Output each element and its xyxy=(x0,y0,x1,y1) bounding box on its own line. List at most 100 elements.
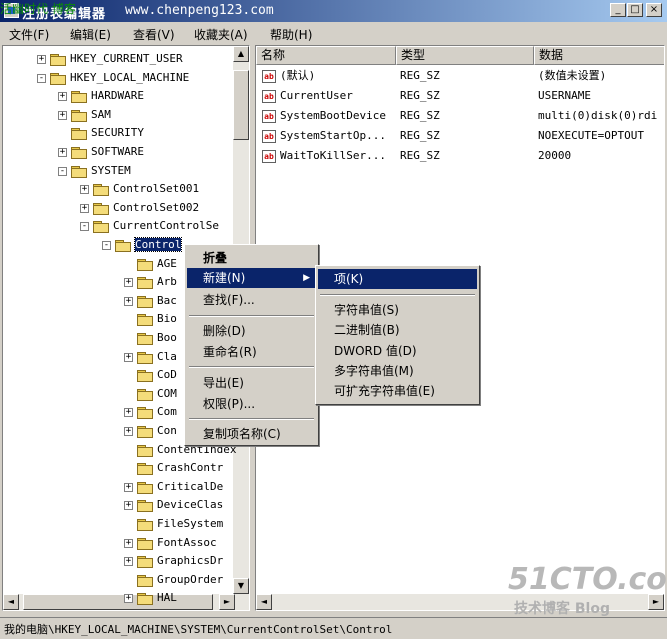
tree-node[interactable]: COM xyxy=(137,385,177,403)
watermark-blog: 技术博客 Blog xyxy=(514,601,610,617)
expand-icon[interactable]: + xyxy=(124,557,133,567)
tree-node[interactable]: HAL xyxy=(137,589,177,607)
tree-node[interactable]: CriticalDe xyxy=(137,478,223,496)
tree-node[interactable]: Bac xyxy=(137,292,177,310)
folder-icon xyxy=(137,518,153,531)
menu-delete[interactable]: 删除(D) xyxy=(187,321,316,341)
tree-node[interactable]: Con xyxy=(137,422,177,440)
tree-node[interactable]: Com xyxy=(137,403,177,421)
expand-icon[interactable]: + xyxy=(124,501,133,511)
expand-icon[interactable]: + xyxy=(58,92,67,102)
menu-separator xyxy=(320,294,475,296)
tree-node[interactable]: ControlSet001 xyxy=(93,180,199,198)
expand-icon[interactable]: + xyxy=(124,482,133,492)
tree-node[interactable]: HARDWARE xyxy=(71,87,144,105)
expand-icon[interactable]: + xyxy=(58,148,67,157)
scroll-left-icon[interactable]: ◄ xyxy=(256,594,272,610)
folder-icon xyxy=(93,202,109,215)
tree-node[interactable]: Arb xyxy=(137,273,177,291)
close-button[interactable]: × xyxy=(646,3,662,17)
value-name: SystemBootDevice xyxy=(280,109,386,122)
collapse-icon[interactable]: - xyxy=(102,241,111,250)
menu-new[interactable]: 新建(N) ▶ xyxy=(187,268,316,288)
col-header-name[interactable]: 名称 xyxy=(256,46,396,65)
menu-view[interactable]: 查看(V) xyxy=(133,26,175,43)
tree-node[interactable]: GraphicsDr xyxy=(137,552,223,570)
tree-node[interactable]: Boo xyxy=(137,329,177,347)
tree-node[interactable]: GroupOrder xyxy=(137,571,223,589)
expand-icon[interactable]: + xyxy=(124,594,133,604)
tree-node[interactable]: SAM xyxy=(71,106,111,124)
tree-node[interactable]: Bio xyxy=(137,310,177,328)
submenu-binary-value[interactable]: 二进制值(B) xyxy=(318,320,477,340)
value-row[interactable]: ab SystemBootDevice xyxy=(262,107,386,125)
expand-icon[interactable]: + xyxy=(124,352,133,362)
tree-node-label: GraphicsDr xyxy=(157,554,224,568)
tree-node[interactable]: ControlSet002 xyxy=(93,199,199,217)
menu-collapse[interactable]: 折叠 xyxy=(187,248,316,268)
value-row[interactable]: ab WaitToKillSer... xyxy=(262,147,386,165)
col-header-data[interactable]: 数据 xyxy=(534,46,664,65)
tree-scroll-thumb[interactable] xyxy=(233,70,249,140)
expand-icon[interactable]: + xyxy=(124,427,133,436)
scroll-right-icon[interactable]: ► xyxy=(219,594,235,610)
menu-permissions[interactable]: 权限(P)... xyxy=(187,394,316,414)
value-row[interactable]: ab SystemStartOp... xyxy=(262,127,386,145)
tree-hscroll-thumb[interactable] xyxy=(23,594,213,610)
scroll-down-icon[interactable]: ▼ xyxy=(233,578,249,594)
menu-rename[interactable]: 重命名(R) xyxy=(187,342,316,362)
submenu-key[interactable]: 项(K) xyxy=(318,269,477,289)
expand-icon[interactable]: + xyxy=(80,203,89,213)
folder-icon xyxy=(137,481,153,494)
tree-node[interactable]: CoD xyxy=(137,366,177,384)
menu-export[interactable]: 导出(E) xyxy=(187,373,316,393)
tree-node[interactable]: HKEY_CURRENT_USER xyxy=(50,50,183,68)
tree-node[interactable]: Control xyxy=(115,236,183,254)
tree-node[interactable]: SOFTWARE xyxy=(71,143,144,161)
submenu-expandable-string-value[interactable]: 可扩充字符串值(E) xyxy=(318,381,477,401)
tree-node[interactable]: SYSTEM xyxy=(71,162,131,180)
scroll-up-icon[interactable]: ▲ xyxy=(233,46,249,62)
tree-node-label: HKEY_CURRENT_USER xyxy=(70,52,183,65)
tree-node[interactable]: AGE xyxy=(137,255,177,273)
tree-node[interactable]: CrashContr xyxy=(137,459,223,477)
tree-node-label: ControlSet001 xyxy=(113,182,200,196)
expand-icon[interactable]: + xyxy=(124,278,133,288)
menu-help[interactable]: 帮助(H) xyxy=(270,26,312,43)
minimize-button[interactable]: _ xyxy=(610,3,626,17)
tree-node-label: SECURITY xyxy=(91,126,144,140)
tree-node[interactable]: FileSystem xyxy=(137,515,223,533)
title-bar[interactable]: 注册表编辑器 活幽时代 博客 www.chenpeng123.com _ □ × xyxy=(0,0,667,22)
tree-hscrollbar[interactable]: ◄ ► xyxy=(3,594,235,610)
tree-node[interactable]: DeviceClas xyxy=(137,496,223,514)
expand-icon[interactable]: + xyxy=(124,538,133,548)
expand-icon[interactable]: + xyxy=(58,110,67,120)
tree-node-label: HAL xyxy=(157,591,177,605)
submenu-dword-value[interactable]: DWORD 值(D) xyxy=(318,341,477,361)
value-row[interactable]: ab (默认) xyxy=(262,67,315,85)
collapse-icon[interactable]: - xyxy=(80,222,89,232)
collapse-icon[interactable]: - xyxy=(58,166,67,176)
tree-node-label: FontAssoc xyxy=(157,535,217,549)
collapse-icon[interactable]: - xyxy=(37,73,46,83)
submenu-multi-string-value[interactable]: 多字符串值(M) xyxy=(318,361,477,381)
expand-icon[interactable]: + xyxy=(124,408,133,418)
tree-node[interactable]: Cla xyxy=(137,348,177,366)
menu-find[interactable]: 查找(F)... xyxy=(187,290,316,310)
maximize-button[interactable]: □ xyxy=(627,3,643,17)
expand-icon[interactable]: + xyxy=(124,296,133,306)
tree-node[interactable]: HKEY_LOCAL_MACHINE xyxy=(50,69,189,87)
expand-icon[interactable]: + xyxy=(80,185,89,195)
tree-node[interactable]: SECURITY xyxy=(71,124,144,142)
tree-node[interactable]: FontAssoc xyxy=(137,534,217,552)
tree-node[interactable]: CurrentControlSe xyxy=(93,217,219,235)
menu-favorites[interactable]: 收藏夹(A) xyxy=(194,26,248,43)
col-header-type[interactable]: 类型 xyxy=(396,46,534,65)
menu-edit[interactable]: 编辑(E) xyxy=(70,26,111,43)
expand-icon[interactable]: + xyxy=(37,55,46,64)
menu-file[interactable]: 文件(F) xyxy=(9,26,49,43)
menu-copy-key-name[interactable]: 复制项名称(C) xyxy=(187,424,316,444)
value-row[interactable]: ab CurrentUser xyxy=(262,87,353,105)
scroll-left-icon[interactable]: ◄ xyxy=(3,594,19,610)
submenu-string-value[interactable]: 字符串值(S) xyxy=(318,300,477,320)
